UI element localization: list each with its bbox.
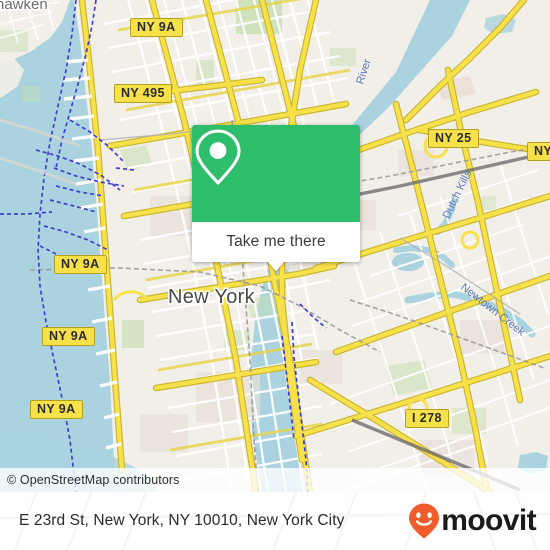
route-shield-ny9a-north: NY 9A xyxy=(130,18,183,37)
map-pin-icon xyxy=(195,129,302,205)
popup-pointer-tail xyxy=(267,261,285,271)
route-shield-ny25-edge: NY 2 xyxy=(527,142,550,161)
route-shield-ny25: NY 25 xyxy=(428,129,479,148)
route-shield-i278: I 278 xyxy=(405,409,449,428)
osm-attribution-text[interactable]: © OpenStreetMap contributors xyxy=(0,473,180,487)
route-shield-ny495: NY 495 xyxy=(114,84,172,103)
location-address-text: E 23rd St, New York, NY 10010, New York … xyxy=(19,512,345,529)
route-shield-ny9a-bottom: NY 9A xyxy=(30,400,83,419)
moovit-wordmark: moovit xyxy=(441,504,536,537)
route-shield-ny9a-mid: NY 9A xyxy=(54,255,107,274)
route-shield-ny9a-lower: NY 9A xyxy=(42,327,95,346)
popup-header xyxy=(192,125,360,222)
map-screenshot-root: hawken New York NY 9A NY 495 NY 9A NY 9A… xyxy=(0,0,550,550)
map-canvas[interactable]: hawken New York NY 9A NY 495 NY 9A NY 9A… xyxy=(0,0,550,492)
popup-cta[interactable]: Take me there xyxy=(192,222,360,262)
moovit-pin-icon xyxy=(408,502,440,540)
popup-cta-label: Take me there xyxy=(226,233,326,250)
moovit-logo[interactable]: moovit xyxy=(408,502,537,540)
footer-bar: E 23rd St, New York, NY 10010, New York … xyxy=(0,492,550,550)
attribution-bar: © OpenStreetMap contributors xyxy=(0,468,550,492)
location-popup-card[interactable]: Take me there xyxy=(192,125,360,271)
